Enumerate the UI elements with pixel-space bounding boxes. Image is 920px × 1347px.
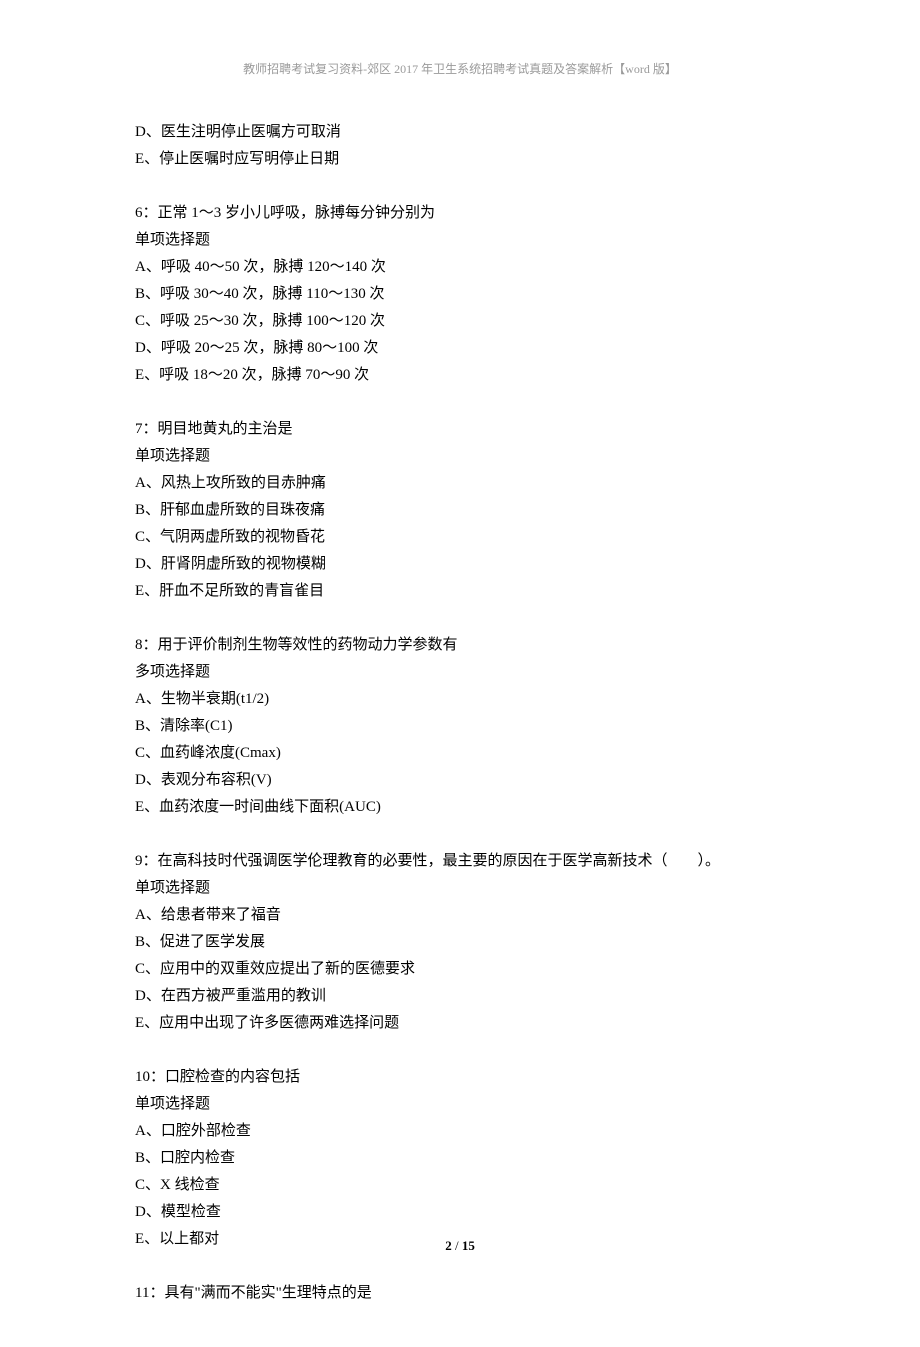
q10-type: 单项选择题 <box>135 1091 785 1118</box>
document-body: D、医生注明停止医嘱方可取消 E、停止医嘱时应写明停止日期 6：正常 1～3 岁… <box>135 119 785 1307</box>
question-11-partial: 11：具有"满而不能实"生理特点的是 <box>135 1280 785 1307</box>
q6-option-b: B、呼吸 30～40 次，脉搏 110～130 次 <box>135 281 785 308</box>
question-7: 7：明目地黄丸的主治是 单项选择题 A、风热上攻所致的目赤肿痛 B、肝郁血虚所致… <box>135 416 785 605</box>
q9-option-d: D、在西方被严重滥用的教训 <box>135 983 785 1010</box>
q10-stem: 10：口腔检查的内容包括 <box>135 1064 785 1091</box>
q6-type: 单项选择题 <box>135 227 785 254</box>
q10-option-a: A、口腔外部检查 <box>135 1118 785 1145</box>
page-separator: / <box>452 1238 462 1253</box>
q8-option-e: E、血药浓度一时间曲线下面积(AUC) <box>135 794 785 821</box>
q7-option-e: E、肝血不足所致的青盲雀目 <box>135 578 785 605</box>
q8-option-b: B、清除率(C1) <box>135 713 785 740</box>
q9-option-e: E、应用中出现了许多医德两难选择问题 <box>135 1010 785 1037</box>
q8-option-d: D、表观分布容积(V) <box>135 767 785 794</box>
q9-option-c: C、应用中的双重效应提出了新的医德要求 <box>135 956 785 983</box>
total-pages: 15 <box>462 1238 475 1253</box>
q7-type: 单项选择题 <box>135 443 785 470</box>
page-footer: 2 / 15 <box>0 1238 920 1254</box>
q6-option-c: C、呼吸 25～30 次，脉搏 100～120 次 <box>135 308 785 335</box>
q9-type: 单项选择题 <box>135 875 785 902</box>
question-5-partial: D、医生注明停止医嘱方可取消 E、停止医嘱时应写明停止日期 <box>135 119 785 173</box>
q8-stem: 8：用于评价制剂生物等效性的药物动力学参数有 <box>135 632 785 659</box>
q8-type: 多项选择题 <box>135 659 785 686</box>
q5-option-d: D、医生注明停止医嘱方可取消 <box>135 119 785 146</box>
q11-stem: 11：具有"满而不能实"生理特点的是 <box>135 1280 785 1307</box>
q10-option-c: C、X 线检查 <box>135 1172 785 1199</box>
q7-option-b: B、肝郁血虚所致的目珠夜痛 <box>135 497 785 524</box>
q7-option-a: A、风热上攻所致的目赤肿痛 <box>135 470 785 497</box>
q8-option-a: A、生物半衰期(t1/2) <box>135 686 785 713</box>
question-6: 6：正常 1～3 岁小儿呼吸，脉搏每分钟分别为 单项选择题 A、呼吸 40～50… <box>135 200 785 389</box>
question-9: 9：在高科技时代强调医学伦理教育的必要性，最主要的原因在于医学高新技术（ ）。 … <box>135 848 785 1037</box>
q9-option-a: A、给患者带来了福音 <box>135 902 785 929</box>
q5-option-e: E、停止医嘱时应写明停止日期 <box>135 146 785 173</box>
q7-option-c: C、气阴两虚所致的视物昏花 <box>135 524 785 551</box>
q6-option-d: D、呼吸 20～25 次，脉搏 80～100 次 <box>135 335 785 362</box>
q10-option-b: B、口腔内检查 <box>135 1145 785 1172</box>
q7-stem: 7：明目地黄丸的主治是 <box>135 416 785 443</box>
q6-option-e: E、呼吸 18～20 次，脉搏 70～90 次 <box>135 362 785 389</box>
q9-option-b: B、促进了医学发展 <box>135 929 785 956</box>
q6-option-a: A、呼吸 40～50 次，脉搏 120～140 次 <box>135 254 785 281</box>
question-8: 8：用于评价制剂生物等效性的药物动力学参数有 多项选择题 A、生物半衰期(t1/… <box>135 632 785 821</box>
question-10: 10：口腔检查的内容包括 单项选择题 A、口腔外部检查 B、口腔内检查 C、X … <box>135 1064 785 1253</box>
q6-stem: 6：正常 1～3 岁小儿呼吸，脉搏每分钟分别为 <box>135 200 785 227</box>
q8-option-c: C、血药峰浓度(Cmax) <box>135 740 785 767</box>
q10-option-d: D、模型检查 <box>135 1199 785 1226</box>
q9-stem: 9：在高科技时代强调医学伦理教育的必要性，最主要的原因在于医学高新技术（ ）。 <box>135 848 785 875</box>
page-header: 教师招聘考试复习资料-郊区 2017 年卫生系统招聘考试真题及答案解析【word… <box>135 60 785 77</box>
q7-option-d: D、肝肾阴虚所致的视物模糊 <box>135 551 785 578</box>
